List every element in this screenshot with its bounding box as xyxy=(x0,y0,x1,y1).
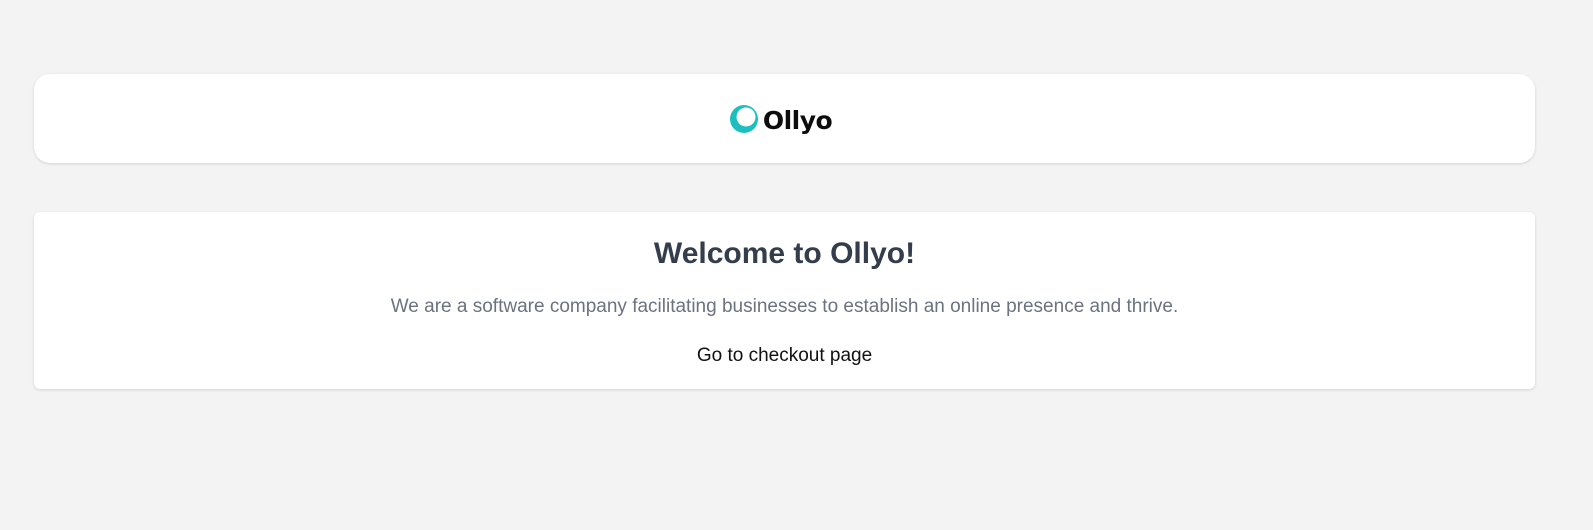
brand-logo-link[interactable]: Ollyo xyxy=(729,104,833,135)
ollyo-ring-logo-icon xyxy=(729,104,758,133)
page-title: Welcome to Ollyo! xyxy=(653,237,916,270)
brand-name: Ollyo xyxy=(762,106,833,135)
welcome-card: Welcome to Ollyo! We are a software comp… xyxy=(34,212,1535,389)
welcome-description: We are a software company facilitating b… xyxy=(390,296,1179,317)
checkout-page-link[interactable]: Go to checkout page xyxy=(685,344,885,368)
header-bar: Ollyo xyxy=(34,74,1535,163)
